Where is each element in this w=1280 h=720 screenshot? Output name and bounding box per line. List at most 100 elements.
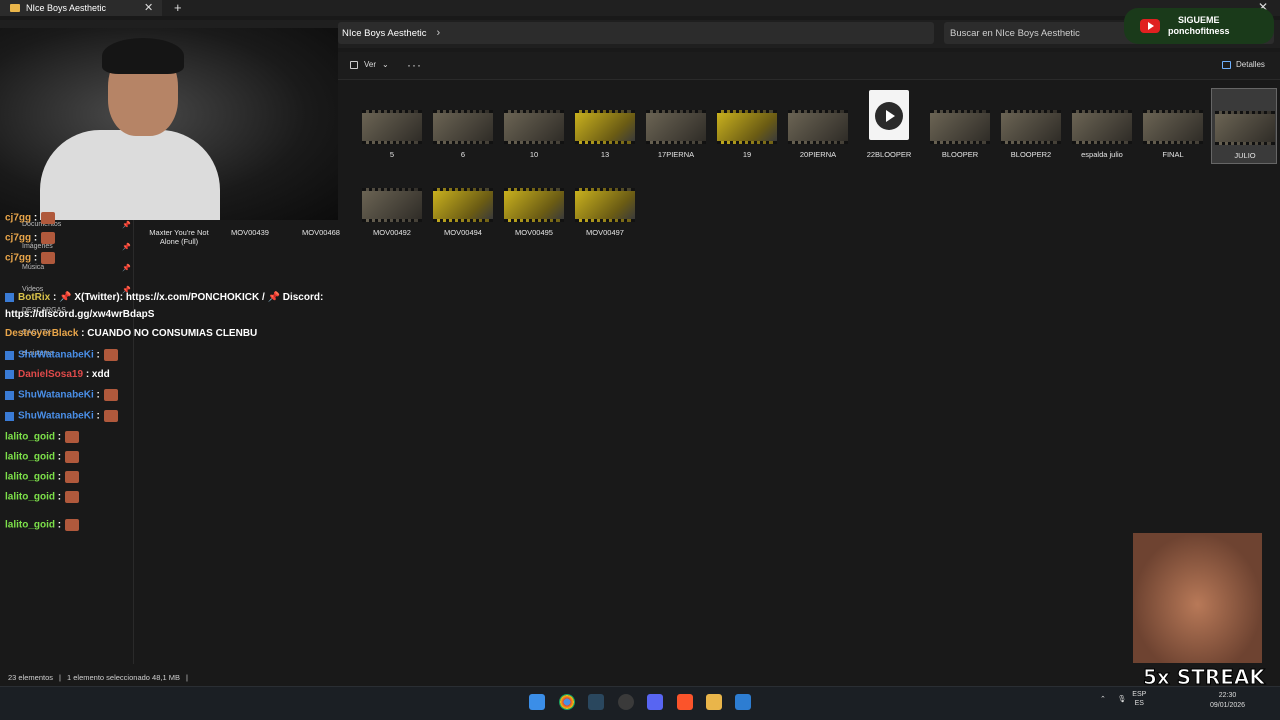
- breadcrumb-folder[interactable]: NIce Boys Aesthetic: [342, 28, 426, 39]
- discord-icon[interactable]: [647, 694, 663, 710]
- file-item[interactable]: 6: [430, 88, 496, 164]
- badge-icon: [5, 292, 14, 302]
- chat-message: lalito_goid :: [5, 491, 80, 503]
- chat-username[interactable]: ShuWatanabeKi: [18, 390, 94, 401]
- file-name: MOV00495: [515, 228, 553, 237]
- file-item[interactable]: 10: [501, 88, 567, 164]
- file-explorer-icon[interactable]: [706, 694, 722, 710]
- file-item[interactable]: 19: [714, 88, 780, 164]
- emote-icon: [65, 451, 80, 463]
- file-item[interactable]: MOV00497: [572, 166, 638, 242]
- file-item[interactable]: FINAL: [1140, 88, 1206, 164]
- file-item[interactable]: 20PIERNA: [785, 88, 851, 164]
- chat-username[interactable]: ShuWatanabeKi: [18, 411, 94, 422]
- clock[interactable]: 22:30 09/01/2026: [1210, 691, 1245, 711]
- emote-icon: [41, 232, 56, 244]
- chat-username[interactable]: lalito_goid: [5, 452, 55, 463]
- file-name: 6: [460, 150, 466, 159]
- chat-message: cj7gg :: [5, 212, 56, 224]
- emote-icon: [41, 212, 56, 224]
- folder-icon: [10, 4, 20, 12]
- badge-icon: [5, 350, 14, 360]
- steam-icon[interactable]: [588, 694, 604, 710]
- chat-username[interactable]: lalito_goid: [5, 472, 55, 483]
- status-separator: |: [59, 672, 61, 682]
- chrome-icon[interactable]: [559, 694, 575, 710]
- chat-username[interactable]: lalito_goid: [5, 492, 55, 503]
- file-name: 17PIERNA: [657, 150, 695, 159]
- language-indicator[interactable]: ESP ES: [1132, 690, 1146, 708]
- file-item[interactable]: espalda julio: [1069, 88, 1135, 164]
- badge-icon: [5, 411, 14, 421]
- clock-date: 09/01/2026: [1210, 702, 1246, 709]
- language-line1: ESP: [1132, 691, 1147, 698]
- file-item[interactable]: JULIO: [1211, 88, 1277, 164]
- tab-close-button[interactable]: ✕: [144, 1, 153, 14]
- microphone-icon[interactable]: 🎙: [1118, 696, 1127, 703]
- chevron-down-icon: ⌄: [382, 60, 389, 69]
- chat-username[interactable]: lalito_goid: [5, 520, 55, 531]
- new-tab-button[interactable]: +: [174, 0, 182, 15]
- explorer-tab[interactable]: NIce Boys Aesthetic: [0, 0, 162, 16]
- chevron-right-icon[interactable]: ›: [436, 27, 440, 39]
- brave-icon[interactable]: [677, 694, 693, 710]
- pin-icon[interactable]: 📌: [122, 264, 131, 272]
- chat-username[interactable]: cj7gg: [5, 213, 31, 224]
- video-thumbnail: [788, 110, 848, 144]
- chat-username[interactable]: BotRix: [18, 292, 50, 303]
- chat-username[interactable]: cj7gg: [5, 233, 31, 244]
- file-item[interactable]: 17PIERNA: [643, 88, 709, 164]
- pin-icon[interactable]: 📌: [122, 243, 131, 251]
- file-item[interactable]: MOV00495: [501, 166, 567, 242]
- video-thumbnail: [362, 110, 422, 144]
- chat-message: DanielSosa19 : xdd: [5, 369, 110, 380]
- file-item[interactable]: BLOOPER2: [998, 88, 1064, 164]
- chat-username[interactable]: ShuWatanabeKi: [18, 350, 94, 361]
- chat-username[interactable]: DestroyerBlack: [5, 328, 78, 339]
- file-name: MOV00468: [302, 228, 340, 237]
- more-options-button[interactable]: ···: [407, 58, 422, 72]
- view-button[interactable]: Ver ⌄: [350, 60, 389, 69]
- file-item[interactable]: MOV00492: [359, 166, 425, 242]
- video-thumbnail: [504, 110, 564, 144]
- selection-info: 1 elemento seleccionado 48,1 MB: [66, 672, 180, 682]
- chat-username[interactable]: cj7gg: [5, 253, 31, 264]
- chat-message: BotRix : 📌 X(Twitter): https://x.com/PON…: [5, 292, 323, 303]
- details-label: Detalles: [1236, 60, 1265, 69]
- play-icon: [875, 102, 903, 130]
- file-item[interactable]: 13: [572, 88, 638, 164]
- youtube-icon: [1140, 19, 1160, 33]
- chat-username[interactable]: lalito_goid: [5, 432, 55, 443]
- chat-text: :: [57, 519, 62, 531]
- video-thumbnail: [575, 188, 635, 222]
- start-icon[interactable]: [529, 694, 545, 710]
- chat-message: lalito_goid :: [5, 451, 80, 463]
- file-item[interactable]: MOV00494: [430, 166, 496, 242]
- video-thumbnail: [930, 110, 990, 144]
- video-thumbnail: [1001, 110, 1061, 144]
- subscribe-line1: SIGUEME: [1178, 15, 1220, 25]
- file-item[interactable]: 5: [359, 88, 425, 164]
- settings-icon[interactable]: [618, 694, 634, 710]
- file-name: BLOOPER2: [1010, 150, 1052, 159]
- app-icon[interactable]: [735, 694, 751, 710]
- clock-time: 22:30: [1218, 692, 1237, 699]
- chat-message: lalito_goid :: [5, 471, 80, 483]
- chat-text: : CUANDO NO CONSUMIAS CLENBU: [81, 328, 258, 339]
- emote-icon: [103, 349, 118, 361]
- emote-icon: [65, 431, 80, 443]
- address-path[interactable]: NIce Boys Aesthetic ›: [338, 22, 934, 44]
- file-item[interactable]: BLOOPER: [927, 88, 993, 164]
- file-name: 5: [389, 150, 395, 159]
- chat-message: DestroyerBlack : CUANDO NO CONSUMIAS CLE…: [5, 328, 257, 339]
- sidebar-item[interactable]: Música: [22, 264, 44, 271]
- file-item[interactable]: 22BLOOPER: [856, 88, 922, 164]
- view-icon: [350, 60, 358, 69]
- pin-icon[interactable]: 📌: [122, 221, 131, 229]
- emote-icon: [41, 252, 56, 264]
- chevron-up-icon[interactable]: ⌃: [1100, 696, 1106, 703]
- status-bar: 23 elementos | 1 elemento seleccionado 4…: [0, 668, 1280, 686]
- system-tray[interactable]: ⌃ 🎙 ESP ES: [1100, 690, 1146, 708]
- details-button[interactable]: Detalles: [1222, 60, 1265, 69]
- chat-username[interactable]: DanielSosa19: [18, 369, 83, 380]
